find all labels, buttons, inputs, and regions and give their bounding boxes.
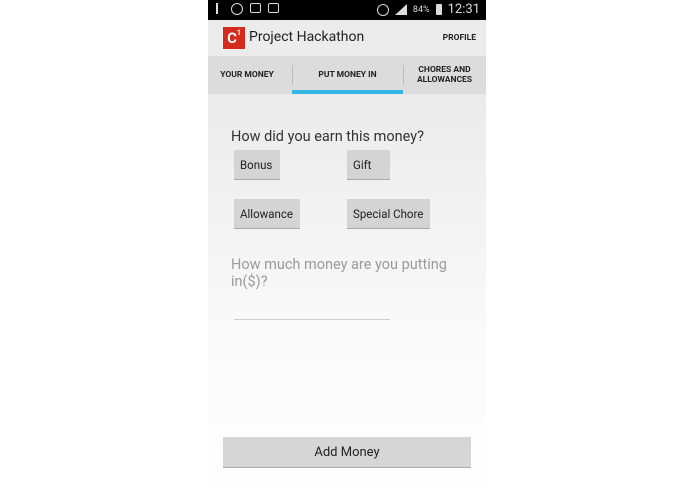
allowance-button[interactable]: Allowance bbox=[234, 199, 300, 229]
app-logo-icon: C1 bbox=[223, 27, 245, 49]
clock: 12:31 bbox=[447, 2, 480, 17]
add-money-button[interactable]: Add Money bbox=[223, 437, 471, 468]
screenshot-icon bbox=[250, 3, 261, 13]
phone-screen: 84% 12:31 C1 Project Hackathon PROFILE Y… bbox=[208, 0, 486, 494]
app-title: Project Hackathon bbox=[249, 29, 365, 45]
action-bar: C1 Project Hackathon PROFILE bbox=[208, 20, 486, 56]
bonus-button[interactable]: Bonus bbox=[234, 150, 280, 180]
signal-icon bbox=[394, 4, 407, 15]
amount-input[interactable] bbox=[234, 316, 390, 320]
put-money-in-form: How did you earn this money? Bonus Gift … bbox=[208, 94, 486, 494]
usb-icon bbox=[216, 3, 224, 14]
gift-button[interactable]: Gift bbox=[347, 150, 390, 180]
profile-button[interactable]: PROFILE bbox=[443, 33, 476, 43]
tab-your-money[interactable]: YOUR MONEY bbox=[208, 56, 292, 94]
message-icon bbox=[268, 3, 279, 13]
battery-percent: 84% bbox=[412, 4, 430, 15]
special-chore-button[interactable]: Special Chore bbox=[347, 199, 430, 229]
notification-icons bbox=[216, 3, 279, 15]
status-bar: 84% 12:31 bbox=[208, 0, 486, 20]
system-icons: 84% 12:31 bbox=[376, 2, 480, 17]
mute-icon bbox=[376, 3, 389, 16]
notification-icon bbox=[231, 3, 243, 15]
tab-chores-allowances[interactable]: CHORES AND ALLOWANCES bbox=[403, 56, 486, 94]
amount-question: How much money are you putting in($)? bbox=[231, 256, 447, 290]
battery-icon bbox=[435, 4, 442, 15]
earn-question: How did you earn this money? bbox=[231, 128, 424, 145]
tab-bar: YOUR MONEY PUT MONEY IN CHORES AND ALLOW… bbox=[208, 56, 486, 94]
tab-put-money-in[interactable]: PUT MONEY IN bbox=[292, 56, 403, 94]
